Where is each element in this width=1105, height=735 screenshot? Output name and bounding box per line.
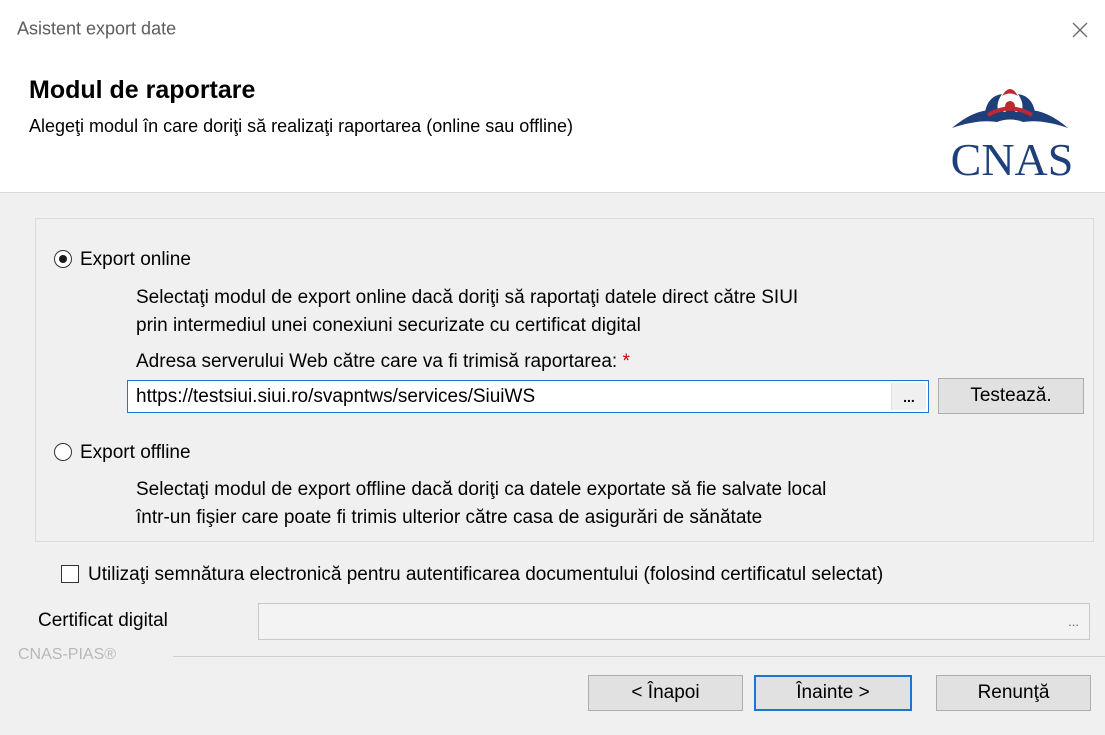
export-online-radio[interactable] [54,250,72,268]
page-title: Modul de raportare [29,76,256,104]
export-online-description-2: prin intermediul unei conexiuni securiza… [136,315,641,336]
certificate-input: ... [258,603,1090,640]
window-title: Asistent export date [17,18,177,39]
export-offline-label[interactable]: Export offline [80,442,191,464]
electronic-signature-label[interactable]: Utilizaţi semnătura electronică pentru a… [88,564,883,586]
page-subtitle: Alegeţi modul în care doriţi să realizaţ… [29,116,573,136]
close-icon [1072,22,1088,38]
export-offline-description-2: într-un fişier care poate fi trimis ulte… [136,507,763,528]
next-button[interactable]: Înainte > [754,675,912,711]
server-url-label: Adresa serverului Web către care va fi t… [136,351,630,372]
footer-divider [173,656,1105,657]
logo-text: CNAS [951,134,1074,181]
certificate-browse-button: ... [1068,614,1079,629]
cancel-button[interactable]: Renunţă [936,675,1091,711]
cnas-logo-icon: CNAS [951,89,1074,181]
close-button[interactable] [1062,14,1098,46]
electronic-signature-checkbox[interactable] [61,565,79,583]
export-offline-radio[interactable] [54,443,72,461]
server-url-value[interactable]: https://testsiui.siui.ro/svapntws/servic… [136,386,535,408]
server-url-browse-button[interactable]: ... [891,383,926,410]
wizard-header: Modul de raportare Alegeţi modul în care… [0,48,1105,193]
required-asterisk: * [622,351,630,372]
export-online-label[interactable]: Export online [80,249,191,271]
cnas-pias-group-label: CNAS-PIAS® [18,646,117,663]
export-wizard-window: Asistent export date Modul de raportare … [0,0,1105,735]
export-offline-description-1: Selectaţi modul de export offline dacă d… [136,479,827,500]
certificate-label: Certificat digital [38,610,168,631]
test-connection-button[interactable]: Testează. [938,378,1084,414]
back-button[interactable]: < Înapoi [588,675,743,711]
export-online-description-1: Selectaţi modul de export online dacă do… [136,287,799,308]
server-url-input[interactable]: https://testsiui.siui.ro/svapntws/servic… [127,380,929,413]
title-bar: Asistent export date [0,0,1105,48]
